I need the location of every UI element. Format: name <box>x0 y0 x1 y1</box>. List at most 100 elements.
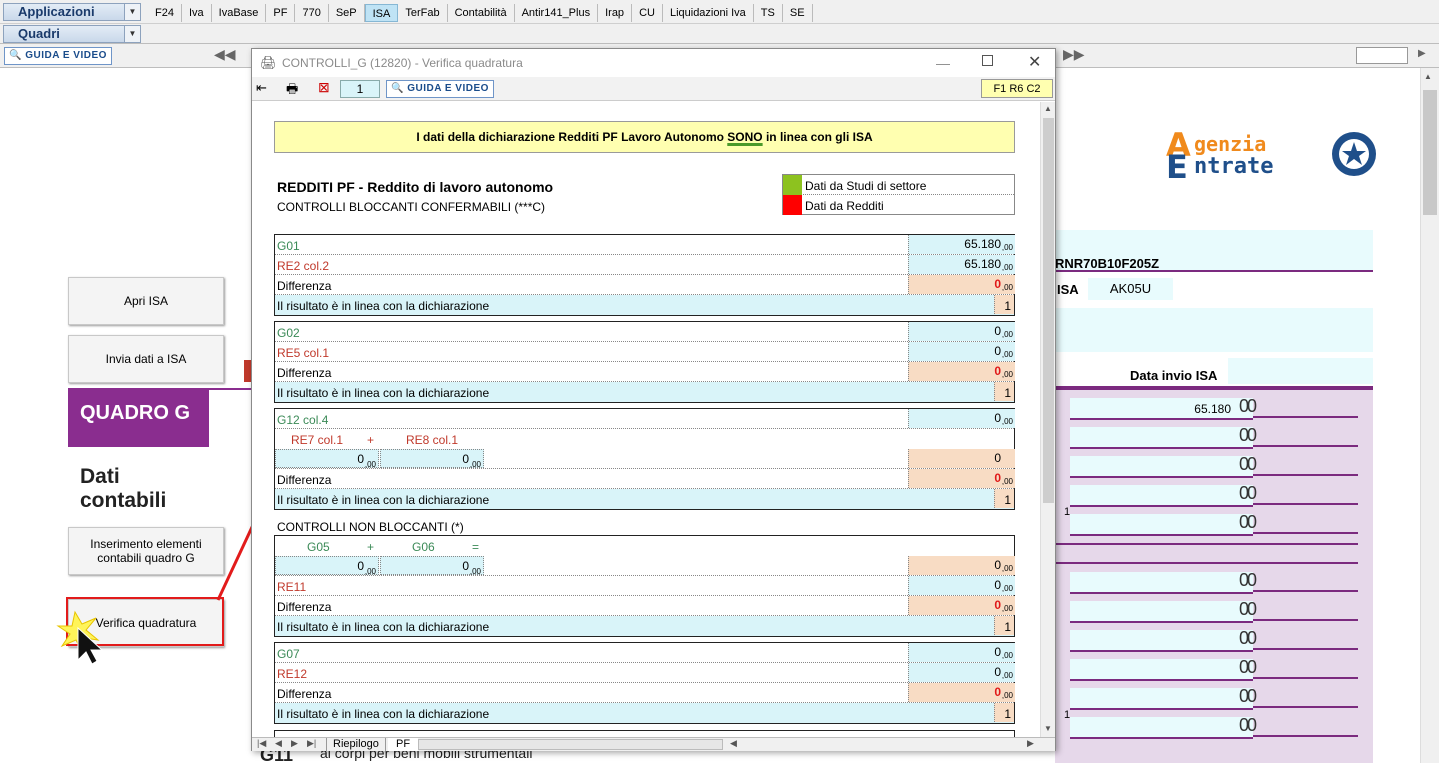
result-banner: I dati della dichiarazione Redditi PF La… <box>274 121 1015 153</box>
quadri-dropdown[interactable]: Quadri ▼ <box>3 25 141 43</box>
background-value-field: 00 <box>1070 599 1257 623</box>
quadro-g-title: QUADRO G <box>68 388 209 447</box>
background-value-field: 00 <box>1070 483 1257 507</box>
tab-liquidazioni-iva[interactable]: Liquidazioni Iva <box>663 4 754 22</box>
app-icon: 🖨 <box>260 55 277 70</box>
cell-reference: F1 R6 C2 <box>981 79 1053 98</box>
chevron-down-icon: ▼ <box>124 4 140 20</box>
background-value-field: 00 <box>1070 628 1257 652</box>
first-sheet-icon[interactable]: |◀ <box>257 738 266 749</box>
tab-f24[interactable]: F24 <box>148 4 182 22</box>
tab-isa[interactable]: ISA <box>364 4 399 22</box>
minimize-icon[interactable]: — <box>936 49 950 77</box>
scroll-right-icon[interactable]: ▶ <box>1418 48 1426 59</box>
section-subheading: CONTROLLI BLOCCANTI CONFERMABILI (***C) <box>277 200 546 214</box>
isa-code-field: AK05U <box>1088 278 1173 300</box>
scroll-up-icon[interactable]: ▲ <box>1424 72 1432 81</box>
apri-isa-button[interactable]: Apri ISA <box>68 277 224 325</box>
scroll-right-icon[interactable]: ▶ <box>1027 738 1034 749</box>
background-value-field: 00 1 <box>1064 709 1257 739</box>
window-guida-video-button[interactable]: 🔍 GUIDA E VIDEO <box>386 80 494 98</box>
check-g07: G07 0,00 RE12 0,00 Differenza 0,00 Il risul… <box>274 642 1015 724</box>
check-g01: G01 65.180,00 RE2 col.2 65.180,00 Differen… <box>274 234 1015 316</box>
scroll-down-icon[interactable]: ▼ <box>1044 724 1052 733</box>
goto-input[interactable] <box>1356 47 1408 64</box>
check-g02: G02 0,00 RE5 col.1 0,00 Differenza 0,00 Il … <box>274 321 1015 403</box>
window-scrollbar[interactable]: ▲ ▼ <box>1040 102 1055 737</box>
scroll-thumb[interactable] <box>1423 90 1437 215</box>
fast-forward-icon[interactable]: ▶▶ <box>1063 46 1085 63</box>
purple-rule <box>1253 648 1358 650</box>
window-toolbar: ⇤ 🖶 ⊠ 1 🔍 GUIDA E VIDEO F1 R6 C2 <box>252 77 1055 101</box>
data-invio-field <box>1228 358 1373 384</box>
sheet-tab-riepilogo[interactable]: Riepilogo <box>326 738 386 751</box>
delete-icon[interactable]: ⊠ <box>318 79 330 96</box>
rewind-icon[interactable]: ◀◀ <box>214 46 236 63</box>
guida-video-button[interactable]: 🔍 GUIDA E VIDEO <box>4 47 112 65</box>
tab-ts[interactable]: TS <box>754 4 783 22</box>
next-sheet-icon[interactable]: ▶ <box>291 738 298 749</box>
purple-rule <box>1253 445 1358 447</box>
purple-rule <box>1253 474 1358 476</box>
tab-770[interactable]: 770 <box>295 4 329 22</box>
app-menu-bar: Applicazioni ▼ F24 Iva IvaBase PF 770 SeP ISA T… <box>0 0 1439 24</box>
print-icon[interactable]: 🖶 <box>286 80 298 102</box>
background-value-field: 00 1 <box>1064 506 1257 536</box>
background-value-field: 00 <box>1070 570 1257 594</box>
purple-rule <box>209 388 251 390</box>
search-icon: 🔍 <box>391 83 404 94</box>
tab-pf[interactable]: PF <box>266 4 296 22</box>
close-icon[interactable]: ✕ <box>1028 49 1041 77</box>
green-swatch <box>783 175 802 195</box>
tab-ivabase[interactable]: IvaBase <box>212 4 267 22</box>
purple-rule <box>1253 735 1358 737</box>
purple-rule <box>1253 503 1358 505</box>
invia-dati-isa-button[interactable]: Invia dati a ISA <box>68 335 224 383</box>
last-sheet-icon[interactable]: ▶| <box>307 738 316 749</box>
purple-rule <box>1253 677 1358 679</box>
tab-terfab[interactable]: TerFab <box>398 4 448 22</box>
tab-antir141-plus[interactable]: Antir141_Plus <box>515 4 599 22</box>
scroll-thumb[interactable] <box>1043 118 1054 503</box>
tab-cu[interactable]: CU <box>632 4 663 22</box>
purple-rule <box>1253 706 1358 708</box>
purple-rule <box>1253 416 1358 418</box>
background-value-field: 00 65.180 <box>1070 396 1257 420</box>
background-value-field: 00 <box>1070 657 1257 681</box>
scroll-up-icon[interactable]: ▲ <box>1044 104 1052 113</box>
purple-rule <box>1055 543 1358 545</box>
purple-rule <box>1055 270 1373 272</box>
check-g05-g06: G05 + G06 = 0,00 0,00 0,00 RE11 0,00 Diff… <box>274 535 1015 637</box>
page-number-field[interactable]: 1 <box>340 80 380 98</box>
agenzia-entrate-logo: A E genzia ntrate <box>1158 126 1383 186</box>
red-swatch <box>783 195 802 215</box>
tab-sep[interactable]: SeP <box>329 4 365 22</box>
purple-rule <box>1253 532 1358 534</box>
tab-irap[interactable]: Irap <box>598 4 633 22</box>
module-tabs: F24 Iva IvaBase PF 770 SeP ISA TerFab Contabilit… <box>148 4 813 22</box>
background-value-field: 00 <box>1070 454 1257 478</box>
purple-rule <box>1253 590 1358 592</box>
tab-contabilit-[interactable]: Contabilità <box>448 4 515 22</box>
scroll-left-icon[interactable]: ◀ <box>730 738 737 749</box>
maximize-icon[interactable] <box>982 55 993 66</box>
info-field <box>1055 308 1373 352</box>
applicazioni-dropdown[interactable]: Applicazioni ▼ <box>3 3 141 21</box>
sheet-tabs-bar: |◀ ◀ ▶ ▶| Riepilogo PF ◀ ▶ <box>252 737 1055 751</box>
tab-iva[interactable]: Iva <box>182 4 212 22</box>
non-bloccanti-heading: CONTROLLI NON BLOCCANTI (*) <box>277 520 464 534</box>
check-g12: G12 col.4 0,00 RE7 col.1 + RE8 col.1 0,00… <box>274 408 1015 510</box>
sheet-content: I dati della dichiarazione Redditi PF La… <box>252 102 1040 737</box>
emblem-icon <box>1332 132 1376 176</box>
sheet-tab-pf[interactable]: PF <box>388 738 419 751</box>
legend: Dati da Studi di settore Dati da Redditi <box>782 174 1015 215</box>
tab-se[interactable]: SE <box>783 4 813 22</box>
horizontal-scroll[interactable] <box>418 739 723 750</box>
exit-icon[interactable]: ⇤ <box>256 80 267 96</box>
main-scrollbar[interactable]: ▲ <box>1420 68 1439 763</box>
verifica-quadratura-window: 🖨 CONTROLLI_G (12820) - Verifica quadrat… <box>251 48 1056 751</box>
window-title-bar: 🖨 CONTROLLI_G (12820) - Verifica quadrat… <box>252 49 1055 77</box>
codice-fiscale-field: RNR70B10F205Z <box>1055 230 1373 271</box>
prev-sheet-icon[interactable]: ◀ <box>275 738 282 749</box>
purple-rule <box>1253 619 1358 621</box>
